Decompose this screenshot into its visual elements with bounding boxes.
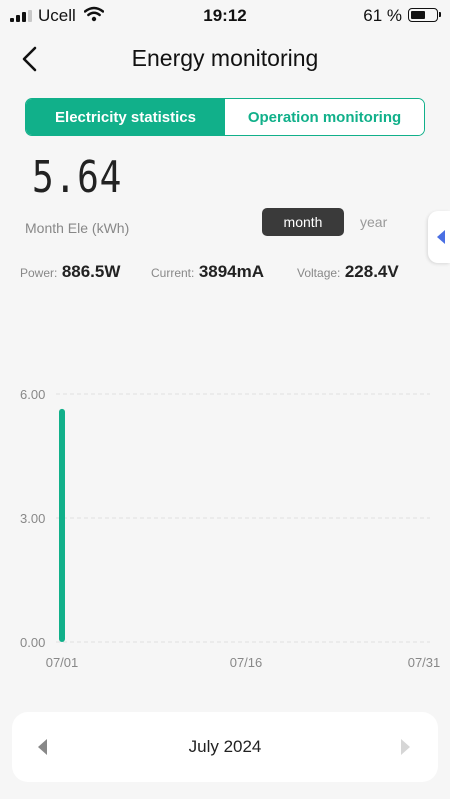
x-tick-label: 07/01 bbox=[46, 655, 79, 670]
tab-electricity-statistics[interactable]: Electricity statistics bbox=[26, 99, 225, 135]
tab-bar: Electricity statistics Operation monitor… bbox=[25, 98, 425, 136]
metric-voltage: Voltage: 228.4V bbox=[297, 262, 399, 282]
battery-percent: 61 % bbox=[363, 6, 402, 25]
month-energy-label: Month Ele (kWh) bbox=[25, 220, 130, 236]
y-tick-label: 0.00 bbox=[20, 635, 45, 650]
metric-power: Power: 886.5W bbox=[20, 262, 120, 282]
power-label: Power: bbox=[20, 266, 58, 280]
y-tick-label: 3.00 bbox=[20, 511, 45, 526]
month-label: July 2024 bbox=[188, 737, 262, 756]
energy-monitoring-screen: Ucell 19:12 61 % Energy monitoring Elect… bbox=[0, 0, 450, 799]
month-energy-value: 5.64 bbox=[32, 152, 123, 203]
chart-bar[interactable] bbox=[59, 408, 65, 642]
x-tick-label: 07/31 bbox=[408, 655, 441, 670]
period-year-button[interactable]: year bbox=[360, 214, 387, 230]
energy-bar-chart: 0.00 3.00 6.00 07/01 07/16 07/31 bbox=[20, 387, 441, 670]
period-month-button[interactable]: month bbox=[262, 208, 344, 236]
voltage-label: Voltage: bbox=[297, 266, 341, 280]
metric-current: Current: 3894mA bbox=[151, 262, 264, 282]
chevron-left-icon bbox=[437, 230, 445, 244]
next-month-arrow-icon[interactable] bbox=[401, 739, 410, 755]
battery-icon bbox=[408, 8, 441, 22]
status-bar: Ucell 19:12 61 % bbox=[0, 0, 450, 32]
y-tick-label: 6.00 bbox=[20, 387, 45, 402]
current-label: Current: bbox=[151, 266, 195, 280]
month-navigator: July 2024 bbox=[12, 712, 438, 782]
power-value: 886.5W bbox=[61, 262, 121, 281]
side-drawer-handle[interactable] bbox=[428, 211, 450, 263]
x-tick-label: 07/16 bbox=[230, 655, 263, 670]
page-title: Energy monitoring bbox=[131, 45, 319, 71]
current-value: 3894mA bbox=[198, 262, 265, 281]
tab-operation-monitoring[interactable]: Operation monitoring bbox=[225, 99, 424, 135]
voltage-value: 228.4V bbox=[344, 262, 399, 281]
